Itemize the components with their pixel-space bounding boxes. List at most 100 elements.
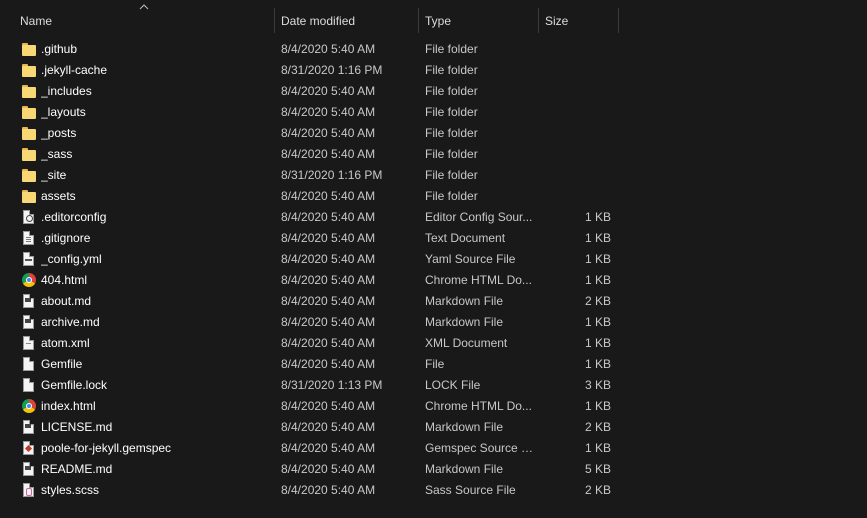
folder-icon	[22, 105, 36, 120]
file-type: LOCK File	[425, 378, 481, 392]
file-size: 2 KB	[584, 294, 611, 308]
file-row[interactable]: index.html 8/4/2020 5:40 AM Chrome HTML Do…	[0, 396, 867, 417]
file-size	[541, 102, 611, 123]
file-date-modified: 8/4/2020 5:40 AM	[281, 294, 376, 308]
file-type: Markdown File	[425, 315, 504, 329]
markdown-file-icon	[23, 294, 34, 308]
file-row[interactable]: _sass 8/4/2020 5:40 AM File folder	[0, 144, 867, 165]
file-type: File folder	[425, 105, 478, 119]
file-row[interactable]: .gitignore 8/4/2020 5:40 AM Text Document 1…	[0, 228, 867, 249]
file-row[interactable]: _site 8/31/2020 1:16 PM File folder	[0, 165, 867, 186]
file-date-modified: 8/31/2020 1:13 PM	[281, 378, 383, 392]
file-row[interactable]: .editorconfig 8/4/2020 5:40 AM Editor Conf…	[0, 207, 867, 228]
sass-file-icon	[23, 483, 34, 497]
column-header-size[interactable]: Size	[545, 13, 568, 29]
file-date-modified: 8/4/2020 5:40 AM	[281, 462, 376, 476]
file-name: _includes	[41, 84, 92, 98]
file-type: Sass Source File	[425, 483, 516, 497]
file-name: archive.md	[41, 315, 100, 329]
file-size: 1 KB	[584, 399, 611, 413]
file-size	[541, 123, 611, 144]
column-divider[interactable]	[618, 8, 619, 33]
file-type: Chrome HTML Do...	[425, 273, 532, 287]
file-name: Gemfile.lock	[41, 378, 108, 392]
folder-icon	[22, 42, 36, 57]
file-type: Gemspec Source F...	[425, 441, 535, 455]
blank-file-icon	[23, 357, 34, 371]
file-size: 2 KB	[584, 420, 611, 434]
sort-ascending-icon[interactable]	[139, 4, 149, 10]
file-name: _sass	[41, 147, 73, 161]
file-name: _site	[41, 168, 67, 182]
folder-icon	[22, 126, 36, 141]
file-row[interactable]: 404.html 8/4/2020 5:40 AM Chrome HTML Do..…	[0, 270, 867, 291]
folder-icon	[22, 84, 36, 99]
column-divider[interactable]	[418, 8, 419, 33]
file-date-modified: 8/4/2020 5:40 AM	[281, 273, 376, 287]
file-date-modified: 8/4/2020 5:40 AM	[281, 42, 376, 56]
file-type: File folder	[425, 126, 478, 140]
file-size: 1 KB	[584, 273, 611, 287]
file-size	[541, 39, 611, 60]
markdown-file-icon	[23, 420, 34, 434]
file-row[interactable]: _posts 8/4/2020 5:40 AM File folder	[0, 123, 867, 144]
file-row[interactable]: poole-for-jekyll.gemspec 8/4/2020 5:40 AM…	[0, 438, 867, 459]
file-name: LICENSE.md	[41, 420, 113, 434]
column-divider[interactable]	[274, 8, 275, 33]
file-name: _posts	[41, 126, 77, 140]
file-row[interactable]: atom.xml 8/4/2020 5:40 AM XML Document 1 KB	[0, 333, 867, 354]
file-row[interactable]: _includes 8/4/2020 5:40 AM File folder	[0, 81, 867, 102]
file-date-modified: 8/4/2020 5:40 AM	[281, 315, 376, 329]
file-date-modified: 8/4/2020 5:40 AM	[281, 147, 376, 161]
column-header-date-modified[interactable]: Date modified	[281, 13, 355, 29]
file-list: .github 8/4/2020 5:40 AM File folder .jekyl…	[0, 39, 867, 501]
file-type: File folder	[425, 42, 478, 56]
file-type: Markdown File	[425, 294, 504, 308]
file-type: XML Document	[425, 336, 508, 350]
file-row[interactable]: assets 8/4/2020 5:40 AM File folder	[0, 186, 867, 207]
file-type: Editor Config Sour...	[425, 210, 533, 224]
file-size: 1 KB	[584, 357, 611, 371]
file-row[interactable]: README.md 8/4/2020 5:40 AM Markdown File 5 …	[0, 459, 867, 480]
column-header-bar: Name Date modified Type Size	[0, 0, 867, 38]
file-date-modified: 8/4/2020 5:40 AM	[281, 126, 376, 140]
column-header-type[interactable]: Type	[425, 13, 451, 29]
file-row[interactable]: LICENSE.md 8/4/2020 5:40 AM Markdown File 2…	[0, 417, 867, 438]
file-row[interactable]: styles.scss 8/4/2020 5:40 AM Sass Source F…	[0, 480, 867, 501]
file-row[interactable]: _layouts 8/4/2020 5:40 AM File folder	[0, 102, 867, 123]
file-date-modified: 8/4/2020 5:40 AM	[281, 441, 376, 455]
file-size	[541, 186, 611, 207]
file-row[interactable]: Gemfile 8/4/2020 5:40 AM File 1 KB	[0, 354, 867, 375]
file-row[interactable]: archive.md 8/4/2020 5:40 AM Markdown File 1…	[0, 312, 867, 333]
xml-file-icon	[23, 336, 34, 350]
folder-icon	[22, 147, 36, 162]
file-row[interactable]: Gemfile.lock 8/31/2020 1:13 PM LOCK File 3 …	[0, 375, 867, 396]
file-name: index.html	[41, 399, 96, 413]
file-type: Text Document	[425, 231, 506, 245]
file-row[interactable]: about.md 8/4/2020 5:40 AM Markdown File 2 K…	[0, 291, 867, 312]
file-name: _config.yml	[41, 252, 102, 266]
file-date-modified: 8/4/2020 5:40 AM	[281, 420, 376, 434]
file-row[interactable]: _config.yml 8/4/2020 5:40 AM Yaml Source F…	[0, 249, 867, 270]
file-date-modified: 8/4/2020 5:40 AM	[281, 357, 376, 371]
file-date-modified: 8/4/2020 5:40 AM	[281, 84, 376, 98]
file-date-modified: 8/4/2020 5:40 AM	[281, 189, 376, 203]
file-row[interactable]: .github 8/4/2020 5:40 AM File folder	[0, 39, 867, 60]
folder-icon	[22, 189, 36, 204]
file-type: File folder	[425, 63, 478, 77]
column-header-name[interactable]: Name	[20, 13, 52, 29]
file-name: Gemfile	[41, 357, 83, 371]
file-row[interactable]: .jekyll-cache 8/31/2020 1:16 PM File folde…	[0, 60, 867, 81]
file-type: Chrome HTML Do...	[425, 399, 532, 413]
file-size: 1 KB	[584, 441, 611, 455]
file-date-modified: 8/4/2020 5:40 AM	[281, 483, 376, 497]
file-size: 5 KB	[584, 462, 611, 476]
file-name: README.md	[41, 462, 113, 476]
file-size: 1 KB	[584, 231, 611, 245]
file-type: File folder	[425, 84, 478, 98]
text-document-icon	[23, 231, 34, 245]
file-size	[541, 144, 611, 165]
file-date-modified: 8/4/2020 5:40 AM	[281, 210, 376, 224]
column-divider[interactable]	[538, 8, 539, 33]
file-size: 1 KB	[584, 336, 611, 350]
